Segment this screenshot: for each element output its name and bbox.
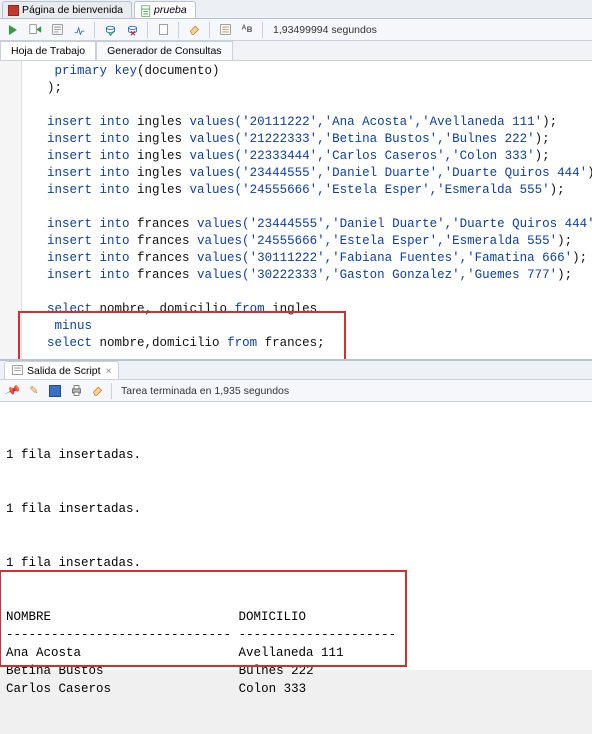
rollback-button[interactable] [123, 21, 141, 39]
explain-icon [51, 23, 64, 36]
output-toolbar: 📌 ✎ Tarea terminada en 1,935 segundos [0, 380, 592, 402]
task-status: Tarea terminada en 1,935 segundos [121, 385, 289, 397]
save-icon [49, 385, 61, 397]
separator [94, 22, 95, 38]
unshared-worksheet-button[interactable] [154, 21, 172, 39]
output-text: 1 fila insertadas. 1 fila insertadas. 1 … [6, 410, 586, 698]
run-statement-button[interactable] [4, 21, 22, 39]
sql-editor[interactable]: primary key(documento) ); insert into in… [0, 61, 592, 361]
subtab-querybuilder[interactable]: Generador de Consultas [96, 41, 232, 60]
worksheet-subtabs: Hoja de Trabajo Generador de Consultas [0, 41, 592, 61]
script-output-icon [11, 364, 24, 377]
clear-icon [91, 384, 104, 397]
sql-history-button[interactable] [216, 21, 234, 39]
separator [209, 22, 210, 38]
file-tabs: Página de bienvenida prueba [0, 0, 592, 19]
print-button[interactable] [67, 382, 85, 400]
history-icon [219, 23, 232, 36]
clear-output-button[interactable] [88, 382, 106, 400]
play-icon [9, 25, 17, 35]
tab-welcome[interactable]: Página de bienvenida [2, 1, 132, 18]
tab-file[interactable]: prueba [134, 1, 196, 18]
sql-file-icon [140, 5, 151, 16]
separator [178, 22, 179, 38]
clear-button[interactable] [185, 21, 203, 39]
main-toolbar: ᴬʙ 1,93499994 segundos [0, 19, 592, 41]
tab-welcome-label: Página de bienvenida [22, 4, 123, 16]
pin-icon: 📌 [4, 382, 21, 399]
rollback-icon [126, 23, 139, 36]
output-tabs: Salida de Script × [0, 361, 592, 380]
edit-button[interactable]: ✎ [25, 382, 43, 400]
sql-code: primary key(documento) ); insert into in… [0, 61, 592, 354]
separator [111, 383, 112, 399]
save-button[interactable] [46, 382, 64, 400]
close-output-tab[interactable]: × [106, 365, 112, 377]
pencil-icon: ✎ [29, 384, 38, 397]
execution-time: 1,93499994 segundos [273, 24, 377, 36]
separator [147, 22, 148, 38]
pin-button[interactable]: 📌 [4, 382, 22, 400]
autotrace-icon [73, 23, 86, 36]
tab-script-output-label: Salida de Script [27, 365, 101, 377]
oracle-icon [8, 5, 19, 16]
separator [262, 22, 263, 38]
printer-icon [70, 384, 83, 397]
eraser-icon [188, 23, 201, 36]
autotrace-button[interactable] [70, 21, 88, 39]
explain-plan-button[interactable] [48, 21, 66, 39]
tab-script-output[interactable]: Salida de Script × [4, 361, 119, 379]
to-uppercase-button[interactable]: ᴬʙ [238, 21, 256, 39]
script-output[interactable]: 1 fila insertadas. 1 fila insertadas. 1 … [0, 402, 592, 670]
tab-file-label: prueba [154, 4, 187, 16]
commit-icon [104, 23, 117, 36]
run-script-button[interactable] [26, 21, 44, 39]
commit-button[interactable] [101, 21, 119, 39]
run-script-icon [29, 23, 42, 36]
subtab-worksheet[interactable]: Hoja de Trabajo [0, 41, 96, 60]
worksheet-icon [157, 23, 170, 36]
text-icon: ᴬʙ [241, 24, 252, 35]
